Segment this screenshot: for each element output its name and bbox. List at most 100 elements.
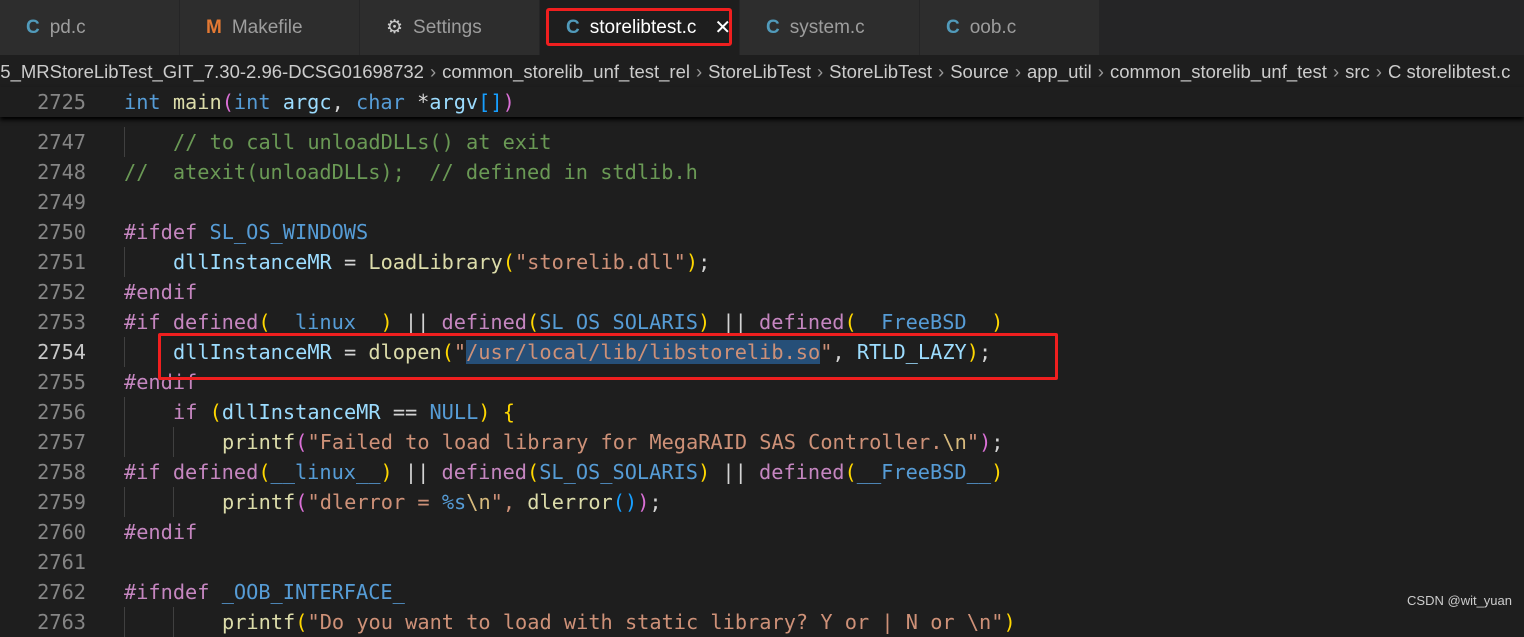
code-token: { <box>502 400 515 424</box>
code-token: || <box>392 310 442 334</box>
tab-label: Settings <box>413 16 482 38</box>
code-line: 2748 // atexit(unloadDLLs); // defined in… <box>0 157 1524 187</box>
code-token: printf <box>222 430 296 454</box>
code-line: 2752 #endif <box>0 277 1524 307</box>
code-line: 2725 int main(int argc, char *argv[]) <box>0 87 1524 117</box>
breadcrumb-item[interactable]: Source <box>950 61 1009 82</box>
code-text: #ifdef SL_OS_WINDOWS <box>124 217 368 247</box>
code-token: #ifndef <box>124 580 222 604</box>
tab-label: pd.c <box>49 16 86 38</box>
line-number: 2755 <box>37 370 86 394</box>
code-token: printf <box>222 490 296 514</box>
code-line: 2760 #endif <box>0 517 1524 547</box>
line-number: 2748 <box>37 160 86 184</box>
c-file-icon: C <box>766 16 780 38</box>
tab-Settings[interactable]: ⚙ Settings <box>360 0 540 55</box>
breadcrumb-item[interactable]: C storelibtest.c <box>1388 61 1510 82</box>
breadcrumb-item[interactable]: app_util <box>1027 61 1092 82</box>
code-line: 2756 if (dllInstanceMR == NULL) { <box>0 397 1524 427</box>
line-number: 2758 <box>37 460 86 484</box>
line-number: 2762 <box>37 580 86 604</box>
code-token: // to call unloadDLLs() at exit <box>173 130 552 154</box>
indent-guide <box>124 337 125 367</box>
code-line: 2761 <box>0 547 1524 577</box>
code-token: // atexit(unloadDLLs); // defined in std… <box>124 160 698 184</box>
code-token: ) <box>685 250 699 274</box>
code-token: ; <box>649 490 662 514</box>
code-token: ( <box>844 460 857 484</box>
code-text: #endif <box>124 517 197 547</box>
code-token: #endif <box>124 280 198 304</box>
code-token: || <box>392 460 442 484</box>
chevron-right-icon: › <box>1375 61 1382 82</box>
code-token: dlerror <box>527 490 613 514</box>
code-token: dllInstanceMR <box>221 400 381 424</box>
breadcrumb-item[interactable]: StoreLibTest <box>829 61 932 82</box>
line-number: 2759 <box>37 490 86 514</box>
code-text: dllInstanceMR = LoadLibrary("storelib.dl… <box>173 247 710 277</box>
code-token: "Failed to load library for MegaRAID SAS… <box>307 430 943 454</box>
code-token: || <box>710 310 760 334</box>
code-line: 2749 <box>0 187 1524 217</box>
tab-oob-c[interactable]: Coob.c <box>920 0 1100 55</box>
code-token: __linux__ <box>270 310 381 334</box>
code-token: defined <box>172 310 259 334</box>
breadcrumb-item[interactable]: common_storelib_unf_test <box>1110 61 1327 82</box>
code-token: ( <box>295 430 308 454</box>
code-token: == <box>380 400 430 424</box>
breadcrumb-item[interactable]: StoreLibTest <box>708 61 811 82</box>
code-token: int <box>124 90 173 114</box>
code-token: #ifdef <box>124 220 210 244</box>
code-token: __FreeBSD__ <box>856 460 992 484</box>
code-token: ) <box>697 460 711 484</box>
indent-guide <box>173 487 174 517</box>
chevron-right-icon: › <box>1332 61 1340 82</box>
highlight-annotation-box <box>158 333 1058 380</box>
code-token: argv <box>429 90 479 114</box>
code-token: ) <box>1003 610 1016 634</box>
code-token: ( <box>527 310 540 334</box>
chevron-right-icon: › <box>938 61 945 82</box>
code-text: printf("dlerror = %s\n", dlerror()); <box>222 487 662 517</box>
tab-storelibtest-c[interactable]: Cstorelibtest.c ✕ <box>540 0 740 55</box>
code-line: 2747 // to call unloadDLLs() at exit <box>0 127 1524 157</box>
indent-guide <box>173 427 174 457</box>
line-number: 2760 <box>37 520 86 544</box>
code-text: #endif <box>124 277 197 307</box>
tab-system-c[interactable]: Csystem.c <box>740 0 920 55</box>
code-text: // to call unloadDLLs() at exit <box>173 127 552 157</box>
tab-pd-c[interactable]: Cpd.c <box>0 0 180 55</box>
breadcrumb-item[interactable]: 35_MRStoreLibTest_GIT_7.30-2.96-DCSG0169… <box>0 61 424 82</box>
code-token: ) <box>380 460 393 484</box>
code-token: "storelib.dll" <box>514 250 686 274</box>
watermark: CSDN @wit_yuan <box>1407 593 1512 608</box>
breadcrumb-item[interactable]: common_storelib_unf_test_rel <box>442 61 690 82</box>
code-text: printf("Do you want to load with static … <box>222 607 1016 637</box>
indent-guide <box>124 127 125 157</box>
code-token: ) <box>478 400 491 424</box>
code-line: 2758 #if defined(__linux__) || defined(SL… <box>0 457 1524 487</box>
code-token: SL_OS_SOLARIS <box>539 310 698 334</box>
code-text: printf("Failed to load library for MegaR… <box>222 427 1004 457</box>
tab-Makefile[interactable]: M Makefile <box>180 0 360 55</box>
code-token: [] <box>478 90 503 114</box>
settings-icon: ⚙ <box>386 17 404 38</box>
code-token: ( <box>527 460 540 484</box>
line-number: 2752 <box>37 280 86 304</box>
line-number: 2750 <box>37 220 86 244</box>
code-line: 2750 #ifdef SL_OS_WINDOWS <box>0 217 1524 247</box>
code-token: ( <box>502 250 515 274</box>
line-number: 2749 <box>37 190 86 214</box>
code-token: printf <box>222 610 296 634</box>
breadcrumb-item[interactable]: src <box>1345 61 1370 82</box>
code-token: ( <box>844 310 857 334</box>
code-token: = <box>331 250 369 274</box>
code-token: ", <box>490 490 528 514</box>
chevron-right-icon: › <box>429 61 437 82</box>
code-token: () <box>612 490 638 514</box>
code-line: 2759 printf("dlerror = %s\n", dlerror()); <box>0 487 1524 517</box>
code-token: ) <box>502 90 515 114</box>
code-token: int <box>233 90 283 114</box>
code-token: ( <box>258 310 271 334</box>
